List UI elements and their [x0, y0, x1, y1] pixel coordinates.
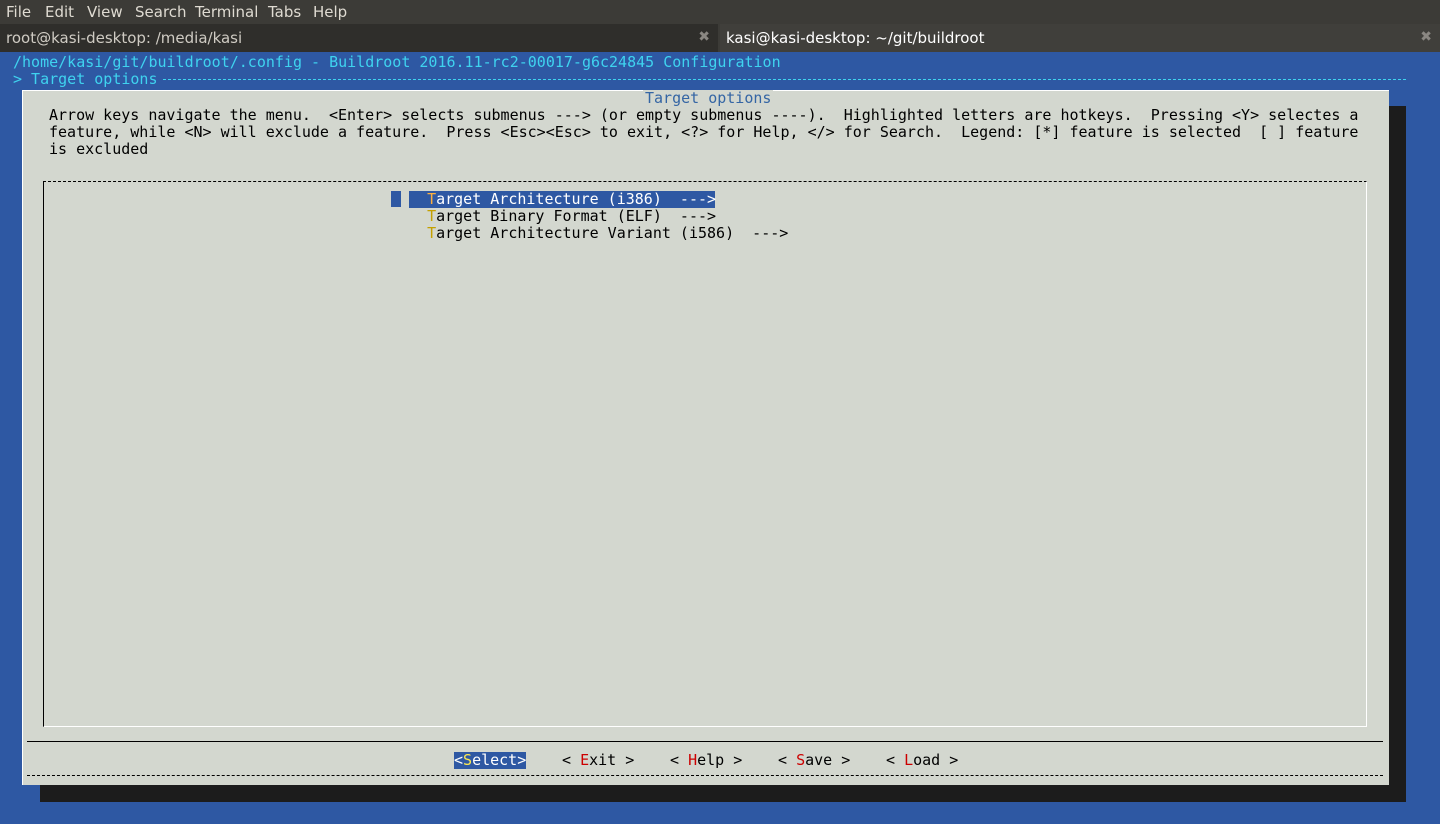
- help-text: Arrow keys navigate the menu. <Enter> se…: [49, 107, 1358, 158]
- breadcrumb: > Target options: [13, 70, 158, 88]
- terminal-area[interactable]: /home/kasi/git/buildroot/.config - Build…: [0, 52, 1440, 824]
- dialog-shadow: [1386, 106, 1406, 802]
- hotkey-letter: E: [580, 751, 590, 769]
- help-button[interactable]: < Help >: [670, 752, 742, 769]
- config-path-line: /home/kasi/git/buildroot/.config - Build…: [13, 53, 781, 71]
- menu-item-target-binary-format[interactable]: Target Binary Format (ELF) --->: [409, 208, 716, 225]
- exit-button[interactable]: < Exit >: [562, 752, 634, 769]
- tab-root-media[interactable]: root@kasi-desktop: /media/kasi ✖: [0, 24, 718, 52]
- menu-item-target-architecture[interactable]: Target Architecture (i386) --->: [409, 190, 717, 208]
- menu-file[interactable]: File: [6, 3, 31, 21]
- selection-cursor: [391, 191, 401, 207]
- btn-label: elect>: [472, 751, 527, 769]
- menu-help[interactable]: Help: [313, 3, 347, 21]
- item-label: arget Binary Format (ELF) --->: [436, 207, 717, 225]
- button-separator: [27, 741, 1383, 742]
- help-line: Arrow keys navigate the menu. <Enter> se…: [49, 106, 1359, 124]
- dialog-title: Target options: [643, 89, 774, 107]
- tab-title: root@kasi-desktop: /media/kasi: [6, 29, 243, 47]
- hotkey-letter: S: [463, 751, 473, 769]
- help-line: feature, while <N> will exclude a featur…: [49, 123, 1359, 141]
- tab-bar: root@kasi-desktop: /media/kasi ✖ kasi@ka…: [0, 24, 1440, 52]
- btn-label: oad >: [913, 751, 959, 769]
- menu-tabs[interactable]: Tabs: [268, 3, 301, 21]
- btn-bracket: <: [886, 751, 905, 769]
- btn-bracket: <: [778, 751, 797, 769]
- btn-bracket: <: [454, 751, 464, 769]
- btn-bracket: <: [562, 751, 581, 769]
- hotkey-letter: L: [904, 751, 914, 769]
- menu-search[interactable]: Search: [135, 3, 187, 21]
- hotkey-letter: H: [688, 751, 698, 769]
- btn-label: ave >: [805, 751, 851, 769]
- hotkey-letter: T: [427, 224, 437, 242]
- menu-bar: File Edit View Search Terminal Tabs Help: [0, 0, 1440, 24]
- item-label: arget Architecture (i386) --->: [436, 190, 717, 208]
- btn-label: xit >: [589, 751, 635, 769]
- menu-view[interactable]: View: [87, 3, 123, 21]
- save-button[interactable]: < Save >: [778, 752, 850, 769]
- tab-kasi-buildroot[interactable]: kasi@kasi-desktop: ~/git/buildroot ✖: [720, 24, 1440, 52]
- menu-edit[interactable]: Edit: [45, 3, 74, 21]
- load-button[interactable]: < Load >: [886, 752, 958, 769]
- hotkey-letter: S: [796, 751, 806, 769]
- dialog-shadow: [40, 784, 1406, 802]
- menuconfig-dialog: Target options Arrow keys navigate the m…: [22, 90, 1389, 785]
- help-line: is excluded: [49, 140, 149, 158]
- tab-title: kasi@kasi-desktop: ~/git/buildroot: [726, 29, 985, 47]
- hotkey-letter: T: [427, 190, 437, 208]
- breadcrumb-rule: [163, 79, 1406, 80]
- btn-label: elp >: [697, 751, 743, 769]
- hotkey-letter: T: [427, 207, 437, 225]
- item-label: arget Architecture Variant (i586) --->: [436, 224, 789, 242]
- btn-bracket: <: [670, 751, 689, 769]
- dialog-bottom-rule: [27, 775, 1383, 776]
- close-icon[interactable]: ✖: [698, 29, 710, 45]
- menu-terminal[interactable]: Terminal: [195, 3, 258, 21]
- menu-item-target-architecture-variant[interactable]: Target Architecture Variant (i586) --->: [409, 225, 788, 242]
- menu-list-box: [43, 181, 1367, 727]
- select-button[interactable]: <Select>: [454, 751, 527, 769]
- close-icon[interactable]: ✖: [1420, 29, 1432, 45]
